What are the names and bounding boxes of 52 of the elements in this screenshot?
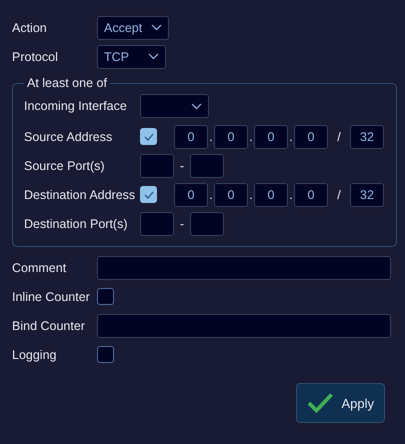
protocol-dropdown[interactable]: TCP xyxy=(97,44,166,68)
dot-separator: . xyxy=(248,188,254,202)
group-legend: At least one of xyxy=(24,76,110,90)
dash-separator: - xyxy=(178,158,186,172)
field-label: Bind Counter xyxy=(12,318,86,332)
port-field[interactable] xyxy=(190,154,224,178)
field-label: Comment xyxy=(12,260,68,274)
checkbox[interactable] xyxy=(97,288,114,305)
field-label: Destination Port(s) xyxy=(24,216,129,230)
dot-separator: . xyxy=(248,130,254,144)
text-field[interactable] xyxy=(97,314,391,338)
field-label: Action xyxy=(12,20,48,34)
chevron-icon xyxy=(191,102,202,110)
apply-button[interactable]: Apply xyxy=(296,383,385,423)
octet-field[interactable]: 0 xyxy=(214,182,248,206)
checkbox[interactable] xyxy=(97,346,114,363)
dot-separator: . xyxy=(288,130,294,144)
octet-field[interactable]: 0 xyxy=(294,124,328,148)
field-label: Destination Address xyxy=(24,188,136,202)
checkbox[interactable] xyxy=(140,186,157,203)
octet-field[interactable]: 0 xyxy=(294,182,328,206)
dot-separator: . xyxy=(208,130,214,144)
chevron-icon xyxy=(148,53,159,60)
chevron-icon xyxy=(151,24,162,31)
octet-field[interactable]: 0 xyxy=(254,124,288,148)
octet-field[interactable]: 0 xyxy=(174,124,208,148)
port-field[interactable] xyxy=(190,212,224,236)
checkmark-icon xyxy=(307,392,334,414)
text-field[interactable] xyxy=(97,256,391,280)
field-label: Logging xyxy=(12,348,58,362)
slash-separator: / xyxy=(336,188,342,202)
interface-dropdown[interactable] xyxy=(140,94,209,118)
port-field[interactable] xyxy=(140,154,174,178)
port-field[interactable] xyxy=(140,212,174,236)
octet-field[interactable]: 0 xyxy=(214,124,248,148)
dot-separator: . xyxy=(208,188,214,202)
slash-separator: / xyxy=(336,130,342,144)
field-label: Protocol xyxy=(12,50,59,64)
check-icon xyxy=(144,132,154,140)
field-label: Incoming Interface xyxy=(24,99,128,113)
checkbox[interactable] xyxy=(140,128,157,145)
field-label: Source Address xyxy=(24,130,114,144)
field-label: Source Port(s) xyxy=(24,158,106,172)
check-icon xyxy=(144,190,154,198)
octet-field[interactable]: 0 xyxy=(174,182,208,206)
field-label: Inline Counter xyxy=(12,290,91,304)
action-dropdown[interactable]: Accept xyxy=(97,16,169,40)
prefix-field[interactable]: 32 xyxy=(350,182,384,206)
octet-field[interactable]: 0 xyxy=(254,182,288,206)
prefix-field[interactable]: 32 xyxy=(350,124,384,148)
dot-separator: . xyxy=(288,188,294,202)
dash-separator: - xyxy=(178,216,186,230)
